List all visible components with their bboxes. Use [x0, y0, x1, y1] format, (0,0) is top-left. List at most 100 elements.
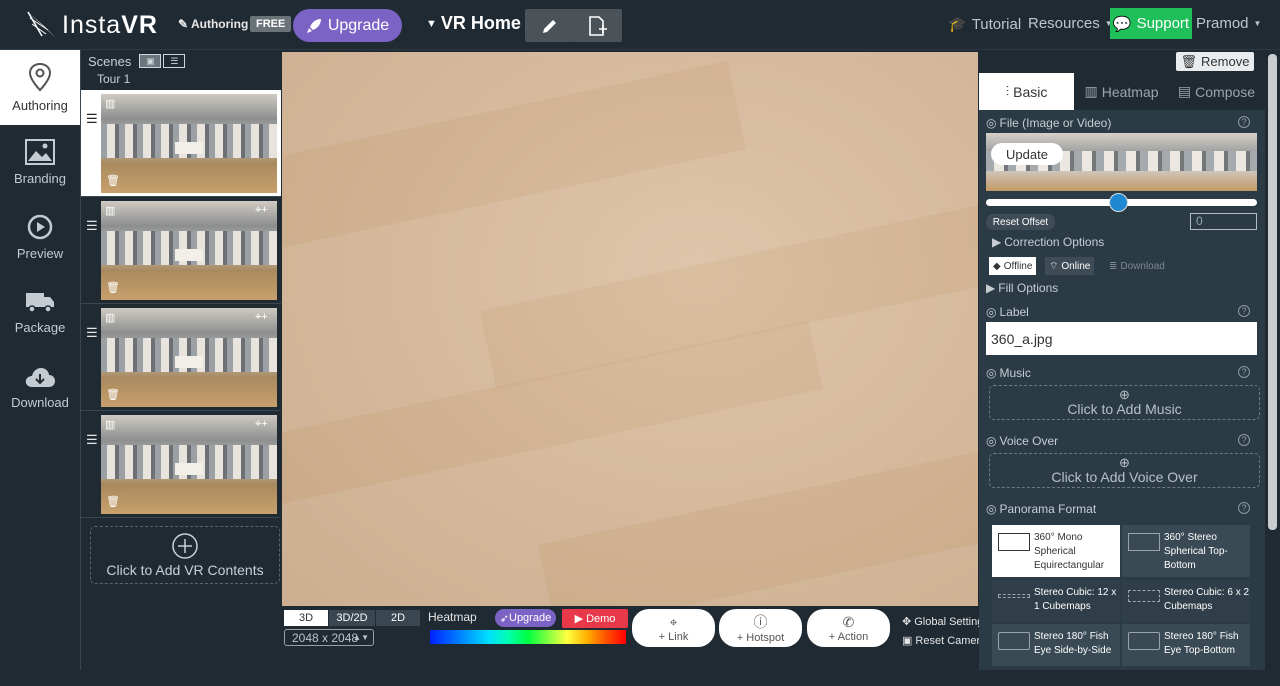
- file-preview: Update: [986, 133, 1257, 191]
- drag-handle-icon[interactable]: ☰: [86, 112, 98, 125]
- help-icon[interactable]: ?: [1238, 305, 1250, 317]
- format-cubic-6x2[interactable]: Stereo Cubic: 6 x 2 Cubemaps: [1122, 580, 1250, 622]
- floor-shading: [282, 52, 978, 606]
- help-icon[interactable]: ?: [1238, 502, 1250, 514]
- tour-label: Tour 1: [97, 72, 131, 86]
- new-file-icon: [589, 15, 607, 36]
- top-bottom-icon: [1128, 533, 1160, 551]
- nav-package[interactable]: Package: [0, 275, 80, 350]
- fill-options-toggle[interactable]: ▶ Fill Options: [986, 281, 1058, 295]
- reset-camera-link[interactable]: ▣ Reset Camera: [902, 634, 987, 648]
- new-project-button[interactable]: [572, 9, 622, 42]
- nav-authoring[interactable]: Authoring: [0, 50, 80, 125]
- list-view-toggle[interactable]: ☰: [163, 54, 186, 68]
- graduation-cap-icon: 🎓: [948, 16, 967, 33]
- offline-toggle[interactable]: ◆ Offline: [989, 257, 1037, 275]
- tab-compose[interactable]: ▤ Compose: [1169, 73, 1264, 110]
- caret-down-icon: ▼: [1253, 19, 1262, 28]
- resolution-value: 2048 x 2048: [292, 630, 359, 645]
- support-button[interactable]: 💬 Support: [1110, 8, 1192, 39]
- help-icon[interactable]: ?: [1238, 434, 1250, 446]
- format-mono-equirect[interactable]: 360° Mono Spherical Equirectangular: [992, 525, 1120, 577]
- reset-camera-label: Reset Camera: [915, 634, 987, 647]
- tab-label: Compose: [1195, 83, 1256, 100]
- user-menu[interactable]: Pramod ▼: [1196, 15, 1261, 32]
- instavr-logo[interactable]: InstaVR: [26, 8, 158, 42]
- demo-button[interactable]: ▶ Demo: [562, 609, 628, 628]
- trash-icon: 🗑: [1180, 53, 1198, 69]
- scene-item[interactable]: ☰ ▥ 🗑: [81, 90, 281, 197]
- download-toggle[interactable]: ≣ Download: [1105, 257, 1169, 275]
- mode-3d-button[interactable]: 3D: [284, 610, 328, 626]
- tutorial-link[interactable]: 🎓 Tutorial: [948, 15, 1021, 34]
- heatmap-upgrade-button[interactable]: ➶ Upgrade: [495, 609, 556, 627]
- help-icon[interactable]: ?: [1238, 366, 1250, 378]
- drag-handle-icon[interactable]: ☰: [86, 219, 98, 232]
- nav-download[interactable]: Download: [0, 350, 80, 425]
- trash-icon[interactable]: 🗑: [106, 388, 120, 401]
- format-fisheye-top-bottom[interactable]: Stereo 180° Fish Eye Top-Bottom: [1122, 624, 1250, 666]
- mode-2d-button[interactable]: 2D: [376, 610, 420, 626]
- heatmap-bars-icon: ▥: [105, 98, 116, 110]
- add-location-icon[interactable]: ⌖+: [255, 418, 268, 431]
- upgrade-button[interactable]: Upgrade: [293, 9, 402, 42]
- add-voice-over-button[interactable]: ⊕ Click to Add Voice Over: [989, 453, 1260, 488]
- online-toggle[interactable]: ⌔ Online: [1045, 257, 1095, 275]
- tab-basic[interactable]: ⫶ Basic: [979, 73, 1074, 110]
- scene-thumbnail: ▥ 🗑: [101, 94, 277, 193]
- add-hotspot-button[interactable]: ⓘ + Hotspot: [719, 609, 802, 647]
- add-vr-contents-button[interactable]: Click to Add VR Contents: [90, 526, 280, 584]
- tab-heatmap[interactable]: ▥ Heatmap: [1074, 73, 1169, 110]
- format-cubic-12x1[interactable]: Stereo Cubic: 12 x 1 Cubemaps: [992, 580, 1120, 622]
- plus-circle-icon: ⊕: [1119, 454, 1130, 470]
- offset-input[interactable]: 0: [1190, 213, 1257, 230]
- trash-icon[interactable]: 🗑: [106, 495, 120, 508]
- heatmap-bars-icon: ▥: [105, 419, 116, 431]
- update-file-button[interactable]: Update: [991, 143, 1063, 165]
- edit-project-button[interactable]: [525, 9, 575, 42]
- mode-3d2d-button[interactable]: 3D/2D: [329, 610, 375, 626]
- page-scrollbar[interactable]: [1266, 50, 1280, 670]
- check-circle-icon: ◎: [986, 434, 997, 448]
- drag-handle-icon[interactable]: ☰: [86, 326, 98, 339]
- offset-slider[interactable]: [986, 193, 1257, 212]
- add-link-button[interactable]: ⌖ + Link: [632, 609, 715, 647]
- scenes-title: Scenes: [88, 53, 132, 69]
- reset-offset-button[interactable]: Reset Offset: [986, 214, 1055, 230]
- help-icon[interactable]: ?: [1238, 116, 1250, 128]
- scene-thumbnail: ▥ ⌖+ 🗑: [101, 415, 277, 514]
- project-dropdown[interactable]: ▼ VR Home: [426, 13, 521, 34]
- thumbnail-view-toggle[interactable]: ▣: [139, 54, 162, 68]
- correction-options-label: Correction Options: [1004, 235, 1105, 249]
- format-fisheye-side-by-side[interactable]: Stereo 180° Fish Eye Side-by-Side: [992, 624, 1120, 666]
- add-music-button[interactable]: ⊕ Click to Add Music: [989, 385, 1260, 420]
- scene-image: [175, 463, 203, 475]
- correction-options-toggle[interactable]: ▶ Correction Options: [992, 235, 1104, 249]
- add-location-icon[interactable]: ⌖+: [255, 311, 268, 324]
- truck-icon: [26, 293, 54, 313]
- remove-button[interactable]: 🗑 Remove: [1176, 52, 1254, 71]
- add-location-icon[interactable]: ⌖+: [255, 204, 268, 217]
- drag-handle-icon[interactable]: ☰: [86, 433, 98, 446]
- resolution-select[interactable]: 2048 x 2048 ▲▼: [284, 629, 374, 646]
- download-label: Download: [1120, 260, 1165, 272]
- scene-item[interactable]: ☰ ▥ ⌖+ 🗑: [81, 304, 281, 411]
- wand-icon: ✎: [178, 17, 189, 31]
- label-input[interactable]: 360_a.jpg: [986, 322, 1257, 355]
- slider-knob[interactable]: [1108, 193, 1128, 212]
- check-circle-icon: ◎: [986, 116, 997, 130]
- nav-preview[interactable]: Preview: [0, 200, 80, 275]
- format-stereo-top-bottom[interactable]: 360° Stereo Spherical Top-Bottom: [1122, 525, 1250, 577]
- scene-item[interactable]: ☰ ▥ ⌖+ 🗑: [81, 197, 281, 304]
- scrollbar-thumb[interactable]: [1268, 54, 1277, 530]
- add-action-button[interactable]: ✆ + Action: [807, 609, 890, 647]
- scenes-panel: Scenes ▣ ☰ Tour 1 ☰ ▥ 🗑 ☰ ▥ ⌖+ 🗑 ☰ ▥ ⌖+ …: [80, 50, 281, 670]
- nav-branding[interactable]: Branding: [0, 125, 80, 200]
- resources-menu[interactable]: Resources ▼: [1028, 15, 1113, 32]
- scene-item[interactable]: ☰ ▥ ⌖+ 🗑: [81, 411, 281, 518]
- global-setting-link[interactable]: ✥ Global Setting: [902, 615, 983, 629]
- trash-icon[interactable]: 🗑: [106, 174, 120, 187]
- vr-viewer[interactable]: [282, 52, 978, 606]
- trash-icon[interactable]: 🗑: [106, 281, 120, 294]
- footer-bar: [0, 670, 1280, 686]
